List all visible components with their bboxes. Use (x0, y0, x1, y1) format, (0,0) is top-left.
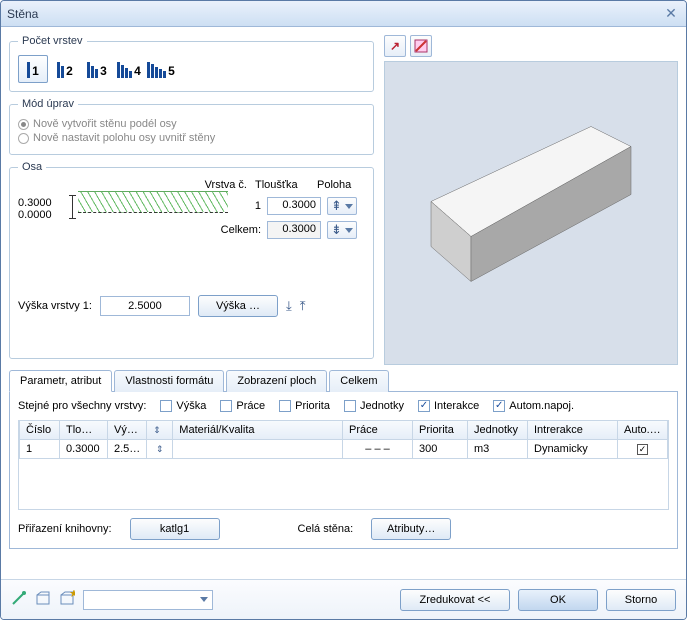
layer-grid[interactable]: Číslo Tlo… Vý… ⇕ Materiál/Kvalita Práce … (18, 420, 669, 510)
expand-icon: ↗ (390, 39, 400, 53)
library-button[interactable]: katlg1 (130, 518, 220, 540)
checkbox-icon (637, 444, 648, 455)
cell-auto[interactable] (618, 440, 668, 459)
dialog-window: Stěna ✕ Počet vrstev 1 2 3 (0, 0, 687, 620)
chevron-down-icon (200, 597, 208, 602)
cell-hgt[interactable]: 2.5… (108, 440, 147, 459)
axis-legend: Osa (18, 161, 46, 173)
col-unit[interactable]: Jednotky (468, 421, 528, 440)
favorite-combo[interactable] (83, 590, 213, 610)
col-inter[interactable]: Intrerakce (528, 421, 618, 440)
layer-count-5[interactable]: 5 (146, 55, 176, 83)
layer-count-2[interactable]: 2 (50, 55, 80, 83)
layer-count-4[interactable]: 4 (114, 55, 144, 83)
attributes-button[interactable]: Atributy… (371, 518, 451, 540)
dialog-body: Počet vrstev 1 2 3 4 (1, 27, 686, 619)
navigator-button[interactable] (410, 35, 432, 57)
axis-total-value: 0.3000 (267, 221, 321, 239)
tab-surfaces[interactable]: Zobrazení ploch (226, 370, 327, 392)
favorite-add-icon[interactable]: ★ (59, 590, 75, 609)
edit-mode-opt1: Nově vytvořit stěnu podél osy (18, 118, 365, 130)
whole-wall-label: Celá stěna: (298, 523, 354, 535)
layer-count-3[interactable]: 3 (82, 55, 112, 83)
axis-row-position[interactable]: ⇞ (327, 197, 357, 215)
close-icon[interactable]: ✕ (662, 5, 680, 23)
col-work[interactable]: Práce (343, 421, 413, 440)
cell-prio[interactable]: 300 (413, 440, 468, 459)
height-button[interactable]: Výška … (198, 295, 278, 317)
cell-hgticon[interactable]: ⇕ (147, 440, 173, 459)
height-label: Výška vrstvy 1: (18, 300, 92, 312)
cancel-button[interactable]: Storno (606, 589, 676, 611)
tab-format[interactable]: Vlastnosti formátu (114, 370, 224, 392)
radio-icon (18, 119, 29, 130)
tab-total[interactable]: Celkem (329, 370, 388, 392)
preview-3d[interactable] (384, 61, 678, 365)
chk-priority[interactable]: Priorita (279, 400, 330, 412)
cell-inter[interactable]: Dynamicky (528, 440, 618, 459)
axis-row-thickness[interactable]: 0.3000 (267, 197, 321, 215)
ok-button[interactable]: OK (518, 589, 598, 611)
bottom-bar: ★ Zredukovat << OK Storno (1, 579, 686, 619)
layer-count-group: Počet vrstev 1 2 3 4 (9, 35, 374, 92)
library-label: Přiřazení knihovny: (18, 523, 112, 535)
cell-thk[interactable]: 0.3000 (60, 440, 108, 459)
titlebar: Stěna ✕ (1, 1, 686, 27)
navigator-icon (414, 39, 428, 53)
height-link-icon: ⇕ (153, 425, 161, 436)
align-top-icon[interactable]: ⤒ (300, 298, 306, 314)
edit-mode-group: Mód úprav Nově vytvořit stěnu podél osy … (9, 98, 374, 155)
wall-3d-graphic (401, 87, 661, 317)
axis-headers: Vrstva č. Tloušťka Poloha (193, 179, 357, 191)
tabs: Parametr, atribut Vlastnosti formátu Zob… (9, 369, 678, 392)
window-title: Stěna (7, 7, 662, 21)
edit-mode-opt2: Nově nastavit polohu osy uvnitř stěny (18, 132, 365, 144)
chk-units[interactable]: Jednotky (344, 400, 404, 412)
radio-icon (18, 133, 29, 144)
svg-text:★: ★ (69, 590, 75, 600)
axis-total-position[interactable]: ⇟ (327, 221, 357, 239)
col-num[interactable]: Číslo (20, 421, 60, 440)
col-hgt[interactable]: Vý… (108, 421, 147, 440)
grid-header-row: Číslo Tlo… Vý… ⇕ Materiál/Kvalita Práce … (20, 421, 668, 440)
layer-count-legend: Počet vrstev (18, 35, 87, 47)
axis-total-label: Celkem: (207, 224, 261, 236)
axis-scale: 0.3000 0.0000 (18, 197, 52, 221)
expand-preview-button[interactable]: ↗ (384, 35, 406, 57)
grid-row[interactable]: 1 0.3000 2.5… ⇕ – – – 300 m3 Dynamicky (20, 440, 668, 459)
dimension-icon (72, 195, 73, 219)
height-link-icon: ⇕ (156, 444, 164, 455)
edit-mode-legend: Mód úprav (18, 98, 78, 110)
cell-mat[interactable] (173, 440, 343, 459)
tab-parameter[interactable]: Parametr, atribut (9, 370, 112, 392)
col-thk[interactable]: Tlo… (60, 421, 108, 440)
chk-height[interactable]: Výška (160, 400, 206, 412)
axis-diagram[interactable] (78, 191, 228, 231)
col-hgticon[interactable]: ⇕ (147, 421, 173, 440)
cell-unit[interactable]: m3 (468, 440, 528, 459)
col-auto[interactable]: Auto.… (618, 421, 668, 440)
align-bottom-icon[interactable]: ⤓ (286, 298, 292, 314)
col-prio[interactable]: Priorita (413, 421, 468, 440)
reduce-button[interactable]: Zredukovat << (400, 589, 510, 611)
chk-auto[interactable]: Autom.napoj. (493, 400, 574, 412)
height-field[interactable] (100, 296, 190, 316)
cell-work[interactable]: – – – (343, 440, 413, 459)
col-mat[interactable]: Materiál/Kvalita (173, 421, 343, 440)
favorite-icon[interactable] (35, 590, 51, 609)
eyedropper-icon[interactable] (11, 590, 27, 609)
tab-panel-parameter: Stejné pro všechny vrstvy: Výška Práce P… (9, 392, 678, 549)
same-all-label: Stejné pro všechny vrstvy: (18, 400, 146, 412)
axis-row-layer: 1 (207, 200, 261, 212)
layer-count-1[interactable]: 1 (18, 55, 48, 83)
chk-interaction[interactable]: Interakce (418, 400, 479, 412)
chk-work[interactable]: Práce (220, 400, 265, 412)
cell-num[interactable]: 1 (20, 440, 60, 459)
axis-group: Osa 0.3000 0.0000 Vrstva č. Tloušťka (9, 161, 374, 359)
